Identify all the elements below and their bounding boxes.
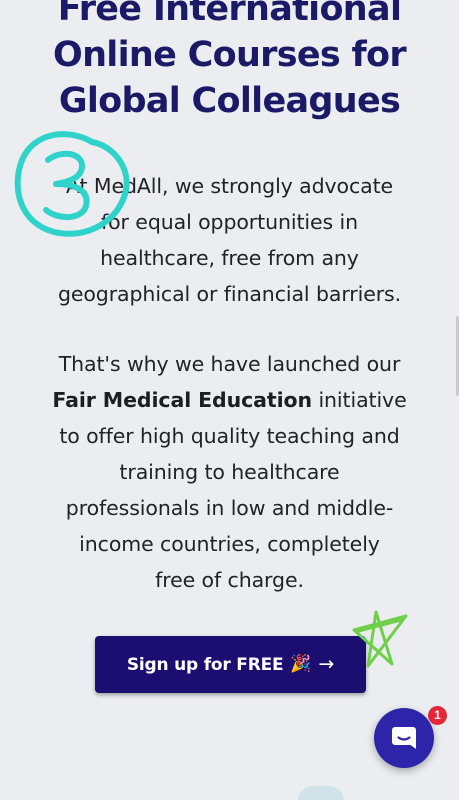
initiative-line: to offer high quality teaching and <box>59 424 400 448</box>
chat-bubble-icon <box>392 727 416 749</box>
initiative-line: Fair Medical Education initiative <box>18 382 441 418</box>
page: Free International Online Courses for Gl… <box>0 0 459 800</box>
title-line: Online Courses for <box>53 35 407 75</box>
sign-up-free-button[interactable]: Sign up for FREE 🎉 → <box>95 636 366 693</box>
initiative-name: Fair Medical Education <box>52 388 313 412</box>
initiative-line: professionals in low and middle- <box>65 496 394 520</box>
initiative-line-tail: initiative <box>312 388 407 412</box>
intro-line: for equal opportunities in <box>101 210 358 234</box>
party-popper-icon: 🎉 <box>290 654 312 674</box>
chat-launcher-button[interactable] <box>374 708 434 768</box>
intro-paragraph: At MedAll, we strongly advocate for equa… <box>18 168 441 312</box>
title-line: Global Colleagues <box>58 81 401 121</box>
initiative-line: That's why we have launched our <box>58 352 401 376</box>
intro-line: At MedAll, we strongly advocate <box>65 174 394 198</box>
initiative-paragraph: That's why we have launched our Fair Med… <box>18 346 441 598</box>
initiative-line: training to healthcare <box>119 460 340 484</box>
initiative-line: free of charge. <box>155 568 304 592</box>
page-title: Free International Online Courses for Gl… <box>0 0 459 124</box>
initiative-line: income countries, completely <box>79 532 380 556</box>
arrow-right-icon: → <box>318 653 335 675</box>
intro-line: geographical or financial barriers. <box>57 282 402 306</box>
title-line: Free International <box>57 0 402 29</box>
bottom-chip <box>298 786 344 800</box>
unread-count-badge: 1 <box>428 706 447 725</box>
intro-line: healthcare, free from any <box>100 246 359 270</box>
sign-up-label: Sign up for FREE <box>126 654 284 675</box>
